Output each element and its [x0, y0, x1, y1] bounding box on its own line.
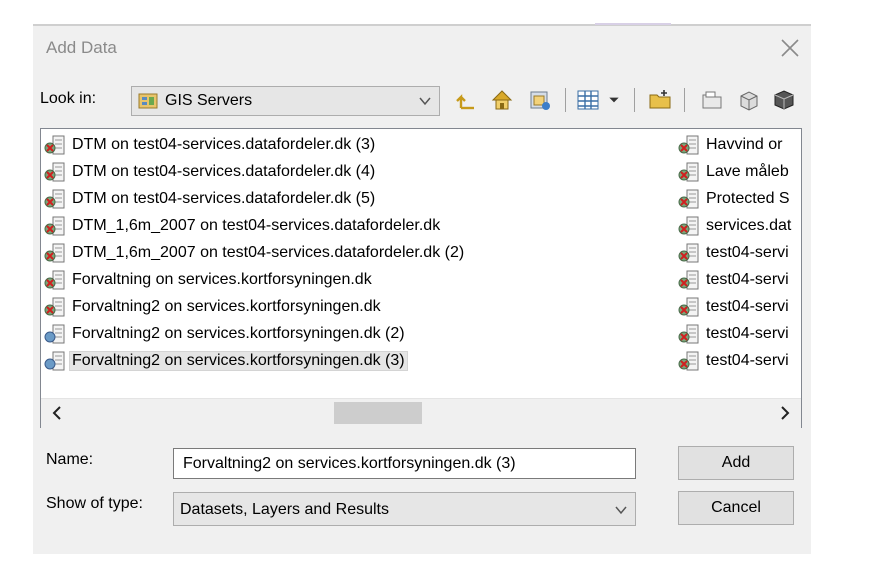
list-item[interactable]: DTM on test04-services.datafordeler.dk (…	[44, 133, 375, 157]
server-warning-icon	[678, 162, 699, 182]
list-item-label: test04-servi	[706, 244, 789, 261]
server-warning-icon	[678, 297, 699, 317]
list-item[interactable]: DTM_1,6m_2007 on test04-services.datafor…	[44, 241, 464, 265]
home-icon[interactable]	[488, 86, 516, 114]
list-item-label: test04-servi	[706, 271, 789, 288]
list-item-label: services.dat	[706, 217, 792, 234]
list-item-selected[interactable]: Forvaltning2 on services.kortforsyningen…	[44, 349, 408, 373]
list-item[interactable]: Lave måleb	[678, 160, 789, 184]
dropdown-arrow-icon[interactable]	[604, 86, 624, 114]
toolbar-separator	[684, 88, 685, 112]
list-item[interactable]: Protected S	[678, 187, 790, 211]
toolbar-separator	[565, 88, 566, 112]
top-border-accent	[595, 23, 671, 25]
list-item-label: Havvind or	[706, 136, 783, 153]
horizontal-scrollbar[interactable]	[41, 398, 801, 428]
list-item[interactable]: Havvind or	[678, 133, 782, 157]
show-of-type-label: Show of type:	[46, 495, 143, 512]
list-item-label: test04-servi	[706, 325, 789, 342]
list-item-label: test04-servi	[706, 352, 789, 369]
list-item-label: DTM on test04-services.datafordeler.dk (…	[72, 190, 376, 207]
new-file-geodatabase-icon[interactable]	[698, 86, 726, 114]
server-warning-icon	[678, 216, 699, 236]
cancel-button[interactable]: Cancel	[678, 491, 794, 525]
list-item-label: test04-servi	[706, 298, 789, 315]
list-item[interactable]: test04-servi	[678, 349, 789, 373]
list-item[interactable]: test04-servi	[678, 295, 789, 319]
list-item-label: DTM on test04-services.datafordeler.dk (…	[72, 136, 376, 153]
dialog-title: Add Data	[46, 38, 117, 57]
new-folder-icon[interactable]	[646, 86, 674, 114]
list-item[interactable]: test04-servi	[678, 268, 789, 292]
list-item[interactable]: services.dat	[678, 214, 791, 238]
look-in-value: GIS Servers	[165, 92, 253, 109]
connect-to-folder-icon[interactable]	[526, 86, 554, 114]
list-item[interactable]: Forvaltning2 on services.kortforsyningen…	[44, 322, 405, 346]
server-warning-icon	[44, 189, 65, 209]
show-of-type-select[interactable]: Datasets, Layers and Results	[173, 492, 636, 526]
server-warning-icon	[44, 216, 65, 236]
name-label: Name:	[46, 451, 94, 468]
server-warning-icon	[678, 135, 699, 155]
toolbar-separator	[634, 88, 635, 112]
chevron-down-icon	[615, 506, 627, 515]
list-item[interactable]: DTM_1,6m_2007 on test04-services.datafor…	[44, 214, 440, 238]
server-warning-icon	[44, 297, 65, 317]
server-warning-icon	[678, 243, 699, 263]
list-item[interactable]: test04-servi	[678, 322, 789, 346]
list-item-label: DTM_1,6m_2007 on test04-services.datafor…	[72, 244, 465, 261]
server-warning-icon	[678, 189, 699, 209]
server-icon	[44, 351, 65, 371]
server-warning-icon	[44, 243, 65, 263]
chevron-down-icon	[419, 97, 431, 106]
list-item-label: Forvaltning on services.kortforsyningen.…	[72, 271, 372, 288]
scroll-left-icon[interactable]	[49, 405, 65, 421]
list-item-label: Forvaltning2 on services.kortforsyningen…	[72, 325, 405, 342]
server-warning-icon	[678, 270, 699, 290]
look-in-label: Look in:	[40, 90, 97, 107]
list-item[interactable]: Forvaltning2 on services.kortforsyningen…	[44, 295, 381, 319]
server-warning-icon	[678, 324, 699, 344]
look-in-combo[interactable]: GIS Servers	[131, 86, 440, 116]
list-item-label: Lave måleb	[706, 163, 789, 180]
list-item-label: DTM_1,6m_2007 on test04-services.datafor…	[72, 217, 441, 234]
server-icon	[44, 324, 65, 344]
list-item-label: Forvaltning2 on services.kortforsyningen…	[69, 351, 408, 371]
list-item-label: DTM on test04-services.datafordeler.dk (…	[72, 163, 376, 180]
list-item[interactable]: DTM on test04-services.datafordeler.dk (…	[44, 187, 375, 211]
server-warning-icon	[44, 162, 65, 182]
list-item-label: Forvaltning2 on services.kortforsyningen…	[72, 298, 381, 315]
server-warning-icon	[44, 270, 65, 290]
gis-servers-icon	[138, 93, 158, 109]
list-item-label: Protected S	[706, 190, 790, 207]
list-item[interactable]: Forvaltning on services.kortforsyningen.…	[44, 268, 372, 292]
new-toolbox-icon[interactable]	[735, 86, 763, 114]
name-input[interactable]: Forvaltning2 on services.kortforsyningen…	[173, 448, 636, 479]
list-item[interactable]: test04-servi	[678, 241, 789, 265]
server-warning-icon	[44, 135, 65, 155]
list-item[interactable]: DTM on test04-services.datafordeler.dk (…	[44, 160, 375, 184]
show-of-type-value: Datasets, Layers and Results	[180, 501, 389, 518]
scrollbar-thumb[interactable]	[334, 402, 422, 424]
view-list-icon[interactable]	[574, 86, 602, 114]
up-one-level-icon[interactable]	[452, 86, 480, 114]
scroll-right-icon[interactable]	[777, 405, 793, 421]
server-warning-icon	[678, 351, 699, 371]
close-icon[interactable]	[778, 36, 802, 60]
catalog-icon[interactable]	[770, 86, 798, 114]
add-button[interactable]: Add	[678, 446, 794, 480]
